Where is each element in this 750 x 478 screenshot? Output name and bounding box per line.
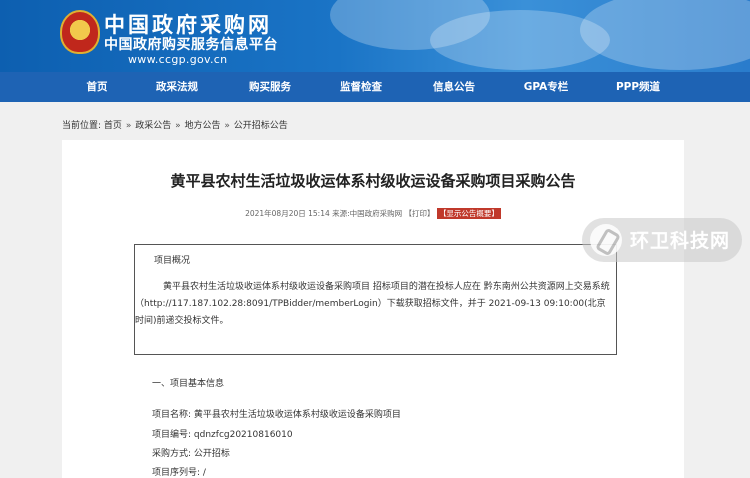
article-source: 来源:中国政府采购网 bbox=[332, 209, 403, 218]
nav-item-supervision[interactable]: 监督检查 bbox=[340, 72, 382, 102]
breadcrumb-link-home[interactable]: 首页 bbox=[104, 121, 122, 131]
section-heading: 一、项目基本信息 bbox=[152, 379, 225, 389]
publish-datetime: 2021年08月20日 15:14 bbox=[245, 209, 330, 218]
nav-item-gpa[interactable]: GPA专栏 bbox=[524, 72, 568, 102]
field-label: 采购方式: bbox=[152, 449, 192, 459]
nav-item-regulations[interactable]: 政采法规 bbox=[156, 72, 198, 102]
field-value: qdnzfcg20210816010 bbox=[193, 430, 293, 440]
breadcrumb: 当前位置: 首页 » 政采公告 » 地方公告 » 公开招标公告 bbox=[62, 118, 288, 131]
field-value: 公开招标 bbox=[193, 449, 230, 459]
watermark-text: 环卫科技网 bbox=[630, 230, 731, 252]
field-project-name: 项目名称: 黄平县农村生活垃圾收运体系村级收运设备采购项目 bbox=[152, 407, 401, 420]
nav-item-home[interactable]: 首页 bbox=[87, 72, 108, 102]
field-procurement-method: 采购方式: 公开招标 bbox=[152, 446, 230, 459]
watermark-logo-icon bbox=[590, 224, 622, 256]
breadcrumb-separator: » bbox=[175, 121, 181, 131]
overview-text: 黄平县农村生活垃圾收运体系村级收运设备采购项目 招标项目的潜在投标人应在 黔东南… bbox=[135, 282, 610, 326]
national-emblem-icon bbox=[60, 10, 100, 54]
site-header: 中国政府采购网 中国政府购买服务信息平台 www.ccgp.gov.cn bbox=[0, 0, 750, 72]
breadcrumb-separator: » bbox=[125, 121, 132, 131]
breadcrumb-prefix: 当前位置: bbox=[62, 121, 102, 131]
nav-item-ppp[interactable]: PPP频道 bbox=[616, 72, 660, 102]
field-project-number: 项目编号: qdnzfcg20210816010 bbox=[152, 427, 293, 440]
field-label: 项目名称: bbox=[152, 410, 192, 420]
breadcrumb-link-local[interactable]: 地方公告 bbox=[184, 121, 220, 131]
main-nav: 首页 政采法规 购买服务 监督检查 信息公告 GPA专栏 PPP频道 bbox=[0, 72, 750, 102]
watermark: 环卫科技网 bbox=[582, 218, 742, 262]
field-value: / bbox=[202, 468, 206, 478]
print-link[interactable]: 【打印】 bbox=[405, 209, 435, 218]
field-label: 项目编号: bbox=[152, 430, 192, 440]
cloud-decoration bbox=[580, 0, 750, 70]
page-title: 黄平县农村生活垃圾收运体系村级收运设备采购项目采购公告 bbox=[170, 172, 576, 190]
site-url: www.ccgp.gov.cn bbox=[128, 53, 228, 66]
field-project-serial: 项目序列号: / bbox=[152, 465, 206, 478]
site-subtitle: 中国政府购买服务信息平台 bbox=[104, 37, 278, 53]
article-panel: 黄平县农村生活垃圾收运体系村级收运设备采购项目采购公告 2021年08月20日 … bbox=[62, 140, 684, 478]
field-value: 黄平县农村生活垃圾收运体系村级收运设备采购项目 bbox=[193, 410, 401, 420]
breadcrumb-link-tender[interactable]: 公开招标公告 bbox=[234, 121, 288, 131]
nav-item-purchase-services[interactable]: 购买服务 bbox=[249, 72, 291, 102]
breadcrumb-link-procurement[interactable]: 政采公告 bbox=[135, 121, 171, 131]
overview-title: 项目概况 bbox=[154, 256, 191, 266]
nav-item-announcements[interactable]: 信息公告 bbox=[433, 72, 475, 102]
project-overview-box: 项目概况 黄平县农村生活垃圾收运体系村级收运设备采购项目 招标项目的潜在投标人应… bbox=[134, 244, 617, 355]
field-label: 项目序列号: bbox=[152, 468, 201, 478]
show-summary-button[interactable]: 【显示公告概要】 bbox=[436, 208, 501, 219]
article-meta: 2021年08月20日 15:14 来源:中国政府采购网 【打印】 【显示公告概… bbox=[62, 208, 684, 219]
breadcrumb-separator: » bbox=[224, 121, 230, 131]
